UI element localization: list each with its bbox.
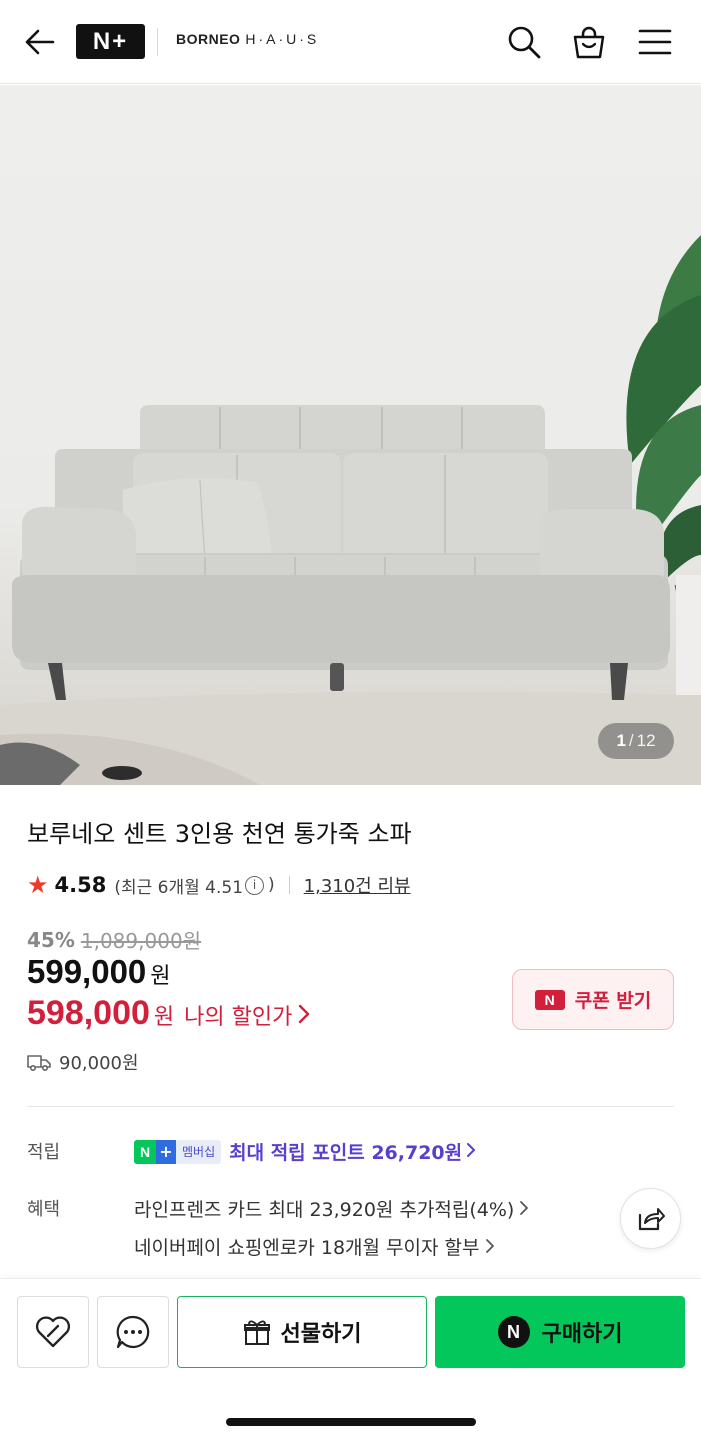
installment-benefit-link[interactable]: 네이버페이 쇼핑엔로카 18개월 무이자 할부 [134, 1233, 495, 1260]
discount-percent: 45% [27, 927, 75, 952]
chevron-right-icon [466, 1141, 476, 1163]
card-benefit-text: 라인프렌즈 카드 최대 23,920원 추가적립(4%) [134, 1199, 515, 1221]
sale-price-value: 599,000 [27, 953, 147, 990]
top-header: N+ BORNEO H·A·U·S [0, 0, 701, 84]
image-counter-current: 1 [616, 731, 626, 750]
search-icon[interactable] [502, 20, 546, 64]
my-price-value: 598,000 [27, 994, 150, 1032]
image-counter-total: 12 [636, 731, 656, 750]
image-counter: 1/12 [598, 723, 674, 759]
original-price: 1,089,000원 [80, 929, 202, 953]
heart-icon [36, 1316, 70, 1348]
delivery-fee: 90,000원 [59, 1053, 139, 1074]
sale-price-unit: 원 [150, 964, 171, 989]
section-divider [27, 1106, 674, 1107]
naver-plus-membership-badge: N + 멤버십 [134, 1139, 222, 1164]
back-arrow-icon[interactable] [20, 22, 60, 62]
rating-divider [288, 876, 290, 894]
truck-icon [27, 1055, 51, 1072]
share-button[interactable] [620, 1188, 681, 1249]
installment-benefit-text: 네이버페이 쇼핑엔로카 18개월 무이자 할부 [134, 1237, 480, 1259]
my-price-label: 나의 할인가 [184, 1005, 293, 1030]
inquiry-button[interactable] [97, 1296, 169, 1368]
star-icon: ★ [27, 871, 49, 899]
menu-icon[interactable] [633, 20, 677, 64]
product-image[interactable]: 1/12 [0, 85, 701, 785]
original-price-row: 45% 1,089,000원 [27, 925, 201, 954]
card-benefit-link[interactable]: 라인프렌즈 카드 최대 23,920원 추가적립(4%) [134, 1195, 529, 1222]
review-count-link[interactable]: 1,310건 리뷰 [304, 872, 411, 898]
logo-divider [157, 28, 158, 56]
shopping-bag-icon[interactable] [567, 20, 611, 64]
chevron-right-icon [298, 1004, 310, 1030]
max-points-text: 최대 적립 포인트 26,720원 [229, 1142, 463, 1164]
max-points-link[interactable]: N + 멤버십 최대 적립 포인트 26,720원 [134, 1138, 476, 1165]
coupon-n-badge: N [534, 989, 565, 1010]
rating-score: 4.58 [54, 873, 107, 897]
sale-price: 599,000 원 [27, 953, 171, 991]
recent-rating-suffix: ) [268, 875, 275, 895]
delivery-fee-row: 90,000원 [27, 1049, 139, 1075]
info-icon[interactable]: i [245, 875, 265, 895]
store-brand-name[interactable]: BORNEO H·A·U·S [176, 31, 319, 47]
image-counter-separator: / [628, 731, 634, 750]
rating-row: ★ 4.58 (최근 6개월 4.51 i ) 1,310건 리뷰 [27, 870, 411, 900]
chevron-right-icon [519, 1199, 529, 1221]
recent-rating-prefix: (최근 6개월 4.51 [114, 877, 244, 898]
my-price-unit: 원 [153, 1005, 175, 1030]
coupon-label: 쿠폰 받기 [574, 990, 652, 1012]
product-title: 보루네오 센트 3인용 천연 통가죽 소파 [27, 820, 412, 848]
coupon-button[interactable]: N 쿠폰 받기 [512, 969, 674, 1030]
wishlist-button[interactable] [17, 1296, 89, 1368]
home-indicator[interactable] [226, 1418, 476, 1426]
my-discount-price-link[interactable]: 598,000 원 나의 할인가 [27, 994, 310, 1033]
gift-icon [243, 1320, 270, 1345]
naver-plus-logo[interactable]: N+ [76, 24, 145, 59]
buy-label: 구매하기 [541, 1322, 623, 1347]
benefits-label: 혜택 [27, 1199, 61, 1220]
gift-label: 선물하기 [280, 1322, 362, 1347]
points-label: 적립 [27, 1142, 61, 1163]
chat-bubble-icon [116, 1315, 150, 1349]
gift-button[interactable]: 선물하기 [177, 1296, 427, 1368]
share-icon [638, 1207, 665, 1230]
buy-button[interactable]: N 구매하기 [435, 1296, 685, 1368]
chevron-right-icon [485, 1237, 495, 1259]
naverpay-n-icon: N [497, 1316, 530, 1348]
